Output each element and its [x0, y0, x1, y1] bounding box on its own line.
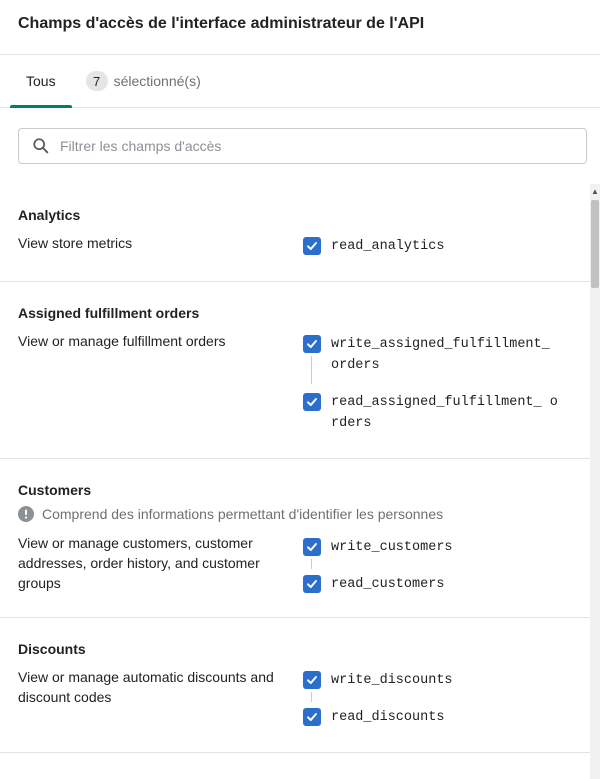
section-description: View or manage automatic discounts and d… — [18, 669, 274, 705]
checkbox-checked[interactable] — [303, 538, 321, 556]
section-title: Customers — [18, 482, 92, 498]
scope-row[interactable]: read_assigned_fulfillment_ orders — [303, 392, 561, 434]
scope-row[interactable]: write_discounts — [303, 670, 561, 691]
section-description: View store metrics — [18, 235, 133, 251]
page-title: Champs d'accès de l'interface administra… — [18, 15, 425, 32]
scope-connector — [311, 559, 312, 569]
checkmark-icon — [307, 676, 317, 684]
checkbox-checked[interactable] — [303, 575, 321, 593]
scope-row[interactable]: write_assigned_fulfillment_ orders — [303, 334, 561, 376]
scope-label: write_assigned_fulfillment_ orders — [331, 337, 550, 373]
pii-note-text: Comprend des informations permettant d'i… — [42, 506, 444, 522]
scroll-up-arrow-icon[interactable]: ▲ — [590, 184, 600, 198]
tab-selected-label: sélectionné(s) — [113, 73, 201, 89]
checkmark-icon — [307, 398, 317, 406]
section-customers: Customers Comprend des informations perm… — [0, 459, 590, 618]
tab-all-label: Tous — [26, 73, 56, 89]
modal-header: Champs d'accès de l'interface administra… — [0, 0, 600, 55]
tab-bar: Tous 7 sélectionné(s) — [0, 55, 600, 108]
pii-note: Comprend des informations permettant d'i… — [18, 505, 572, 523]
section-analytics: Analytics View store metrics read_analyt… — [0, 184, 590, 282]
scope-label: write_customers — [331, 540, 453, 555]
scope-list: Analytics View store metrics read_analyt… — [0, 184, 590, 779]
scope-label: read_discounts — [331, 710, 445, 725]
scope-row[interactable]: read_discounts — [303, 707, 561, 728]
selected-count-badge: 7 — [85, 71, 108, 91]
checkmark-icon — [307, 543, 317, 551]
scrollbar-thumb[interactable] — [591, 200, 599, 288]
checkbox-checked[interactable] — [303, 393, 321, 411]
section-description: View or manage customers, customer addre… — [18, 535, 260, 591]
scope-label: read_analytics — [331, 239, 445, 254]
scope-connector — [311, 692, 312, 702]
search-input[interactable] — [60, 129, 586, 163]
checkmark-icon — [307, 713, 317, 721]
search-icon — [31, 136, 51, 156]
checkmark-icon — [307, 580, 317, 588]
section-discounts: Discounts View or manage automatic disco… — [0, 618, 590, 753]
scope-label: write_discounts — [331, 673, 453, 688]
scrollbar[interactable]: ▲ — [590, 184, 600, 779]
scope-row[interactable]: read_customers — [303, 574, 561, 595]
checkbox-checked[interactable] — [303, 237, 321, 255]
section-assigned-fulfillment-orders: Assigned fulfillment orders View or mana… — [0, 282, 590, 459]
checkbox-checked[interactable] — [303, 335, 321, 353]
checkbox-checked[interactable] — [303, 708, 321, 726]
checkmark-icon — [307, 242, 317, 250]
scope-row[interactable]: read_analytics — [303, 236, 561, 257]
section-title: Discounts — [18, 641, 86, 657]
section-title: Assigned fulfillment orders — [18, 305, 200, 321]
checkmark-icon — [307, 340, 317, 348]
scope-label: read_assigned_fulfillment_ orders — [331, 395, 558, 431]
tab-all[interactable]: Tous — [10, 55, 72, 108]
info-icon — [18, 506, 34, 522]
checkbox-checked[interactable] — [303, 671, 321, 689]
section-description: View or manage fulfillment orders — [18, 333, 226, 349]
section-title: Analytics — [18, 207, 81, 223]
search-box[interactable] — [18, 128, 587, 164]
tab-selected[interactable]: 7 sélectionné(s) — [72, 55, 217, 107]
scope-label: read_customers — [331, 577, 445, 592]
scope-row[interactable]: write_customers — [303, 537, 561, 558]
